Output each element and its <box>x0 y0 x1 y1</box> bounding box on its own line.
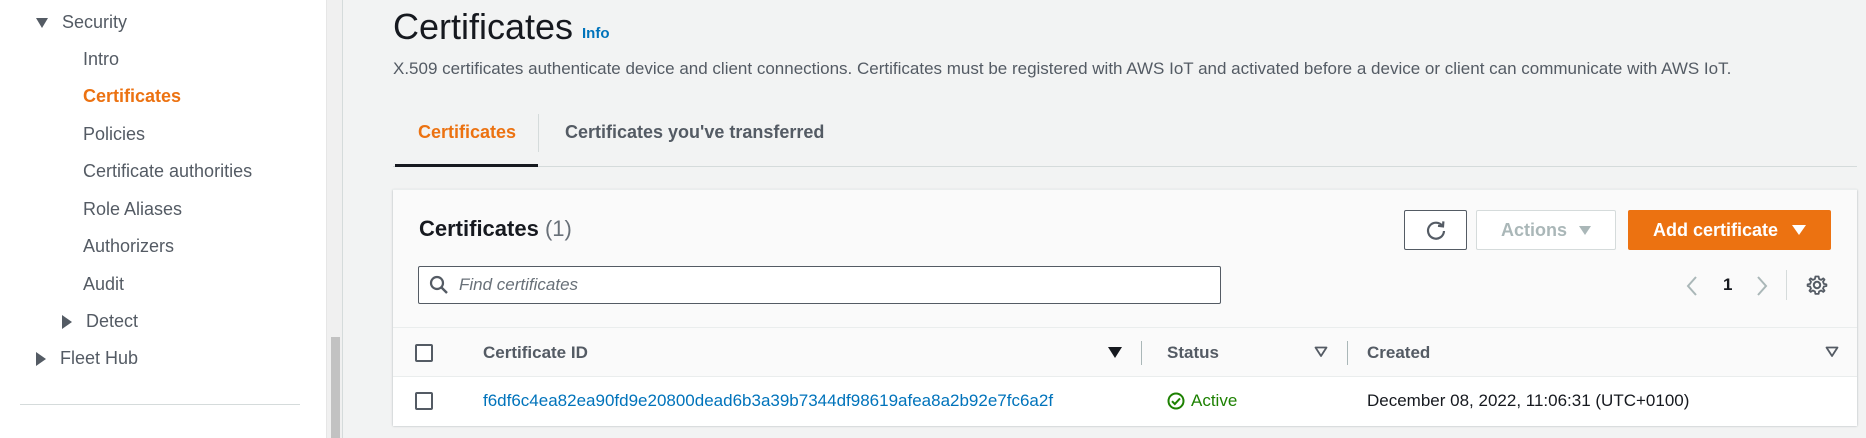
card-title-text: Certificates <box>419 216 539 241</box>
sidebar-item-role-aliases[interactable]: Role Aliases <box>83 199 182 220</box>
card-count: (1) <box>544 216 572 241</box>
table-header-row: Certificate ID Status Created <box>393 327 1857 377</box>
add-certificate-label: Add certificate <box>1652 219 1779 240</box>
refresh-button[interactable] <box>1404 210 1467 250</box>
settings-button[interactable] <box>1806 274 1828 301</box>
column-header-created[interactable]: Created <box>1367 343 1430 363</box>
scrollbar-thumb[interactable] <box>331 337 340 438</box>
sidebar-item-authorizers[interactable]: Authorizers <box>83 236 174 257</box>
sidebar-divider <box>20 404 300 405</box>
caret-right-icon <box>36 351 46 366</box>
chevron-left-icon <box>1686 276 1697 296</box>
tab-separator <box>538 114 539 152</box>
column-separator[interactable] <box>1347 341 1348 365</box>
sidebar-section-security[interactable]: Security <box>36 12 127 33</box>
tabs-baseline <box>393 166 1857 167</box>
sidebar-section-fleet-hub[interactable]: Fleet Hub <box>36 348 138 369</box>
add-certificate-button[interactable]: Add certificate <box>1628 210 1831 250</box>
sidebar-item-policies[interactable]: Policies <box>83 124 145 145</box>
sidebar-section-label: Detect <box>86 311 139 331</box>
sidebar-nav: Security Intro Certificates Policies Cer… <box>0 0 326 438</box>
page-title: Certificates <box>393 6 574 47</box>
sidebar-section-label: Security <box>62 12 128 32</box>
check-circle-icon <box>1167 392 1185 410</box>
sidebar-item-intro[interactable]: Intro <box>83 49 119 70</box>
sidebar-scrollbar[interactable] <box>326 0 342 438</box>
status-badge: Active <box>1167 391 1237 411</box>
info-link[interactable]: Info <box>582 25 610 42</box>
page-number[interactable]: 1 <box>1723 275 1732 295</box>
actions-label: Actions <box>1500 219 1567 240</box>
caret-down-icon <box>1579 225 1591 235</box>
page-description: X.509 certificates authenticate device a… <box>393 59 1732 78</box>
column-header-certificate-id[interactable]: Certificate ID <box>483 343 588 363</box>
caret-right-icon <box>62 314 72 329</box>
certificates-table-card: Certificates (1) Actions Add certificate… <box>393 189 1857 426</box>
sidebar-item-certificate-authorities[interactable]: Certificate authorities <box>83 161 252 182</box>
content-divider <box>342 0 343 438</box>
pager-separator <box>1786 270 1787 300</box>
caret-down-icon <box>36 17 48 28</box>
chevron-right-icon <box>1757 276 1768 296</box>
sidebar-section-label: Fleet Hub <box>60 348 139 368</box>
table-row[interactable]: f6df6c4ea82ea90fd9e20800dead6b3a39b7344d… <box>393 377 1857 426</box>
tab-certificates[interactable]: Certificates <box>418 122 516 143</box>
search-input[interactable] <box>459 275 1219 295</box>
created-date: December 08, 2022, 11:06:31 (UTC+0100) <box>1367 391 1690 410</box>
search-field[interactable] <box>418 266 1221 304</box>
column-header-status[interactable]: Status <box>1167 343 1219 363</box>
sidebar-section-detect[interactable]: Detect <box>62 311 138 332</box>
search-icon <box>429 275 449 295</box>
next-page-button[interactable] <box>1755 274 1769 298</box>
tab-certificates-transferred[interactable]: Certificates you've transferred <box>565 122 824 143</box>
sort-icon[interactable] <box>1825 346 1839 358</box>
caret-down-icon <box>1792 225 1807 235</box>
previous-page-button[interactable] <box>1685 274 1699 298</box>
active-tab-indicator <box>395 164 538 167</box>
sidebar-item-audit[interactable]: Audit <box>83 274 124 295</box>
row-checkbox[interactable] <box>415 392 433 410</box>
sidebar-item-certificates[interactable]: Certificates <box>83 86 181 107</box>
gear-icon <box>1806 275 1828 295</box>
certificate-id-link[interactable]: f6df6c4ea82ea90fd9e20800dead6b3a39b7344d… <box>483 391 1053 411</box>
sort-icon[interactable] <box>1314 346 1328 358</box>
actions-dropdown[interactable]: Actions <box>1476 210 1616 250</box>
select-all-checkbox[interactable] <box>415 344 433 362</box>
sort-descending-icon[interactable] <box>1108 347 1122 358</box>
status-text: Active <box>1191 391 1238 410</box>
refresh-icon <box>1426 221 1445 240</box>
column-separator[interactable] <box>1141 341 1142 365</box>
card-title: Certificates (1) <box>419 216 572 242</box>
